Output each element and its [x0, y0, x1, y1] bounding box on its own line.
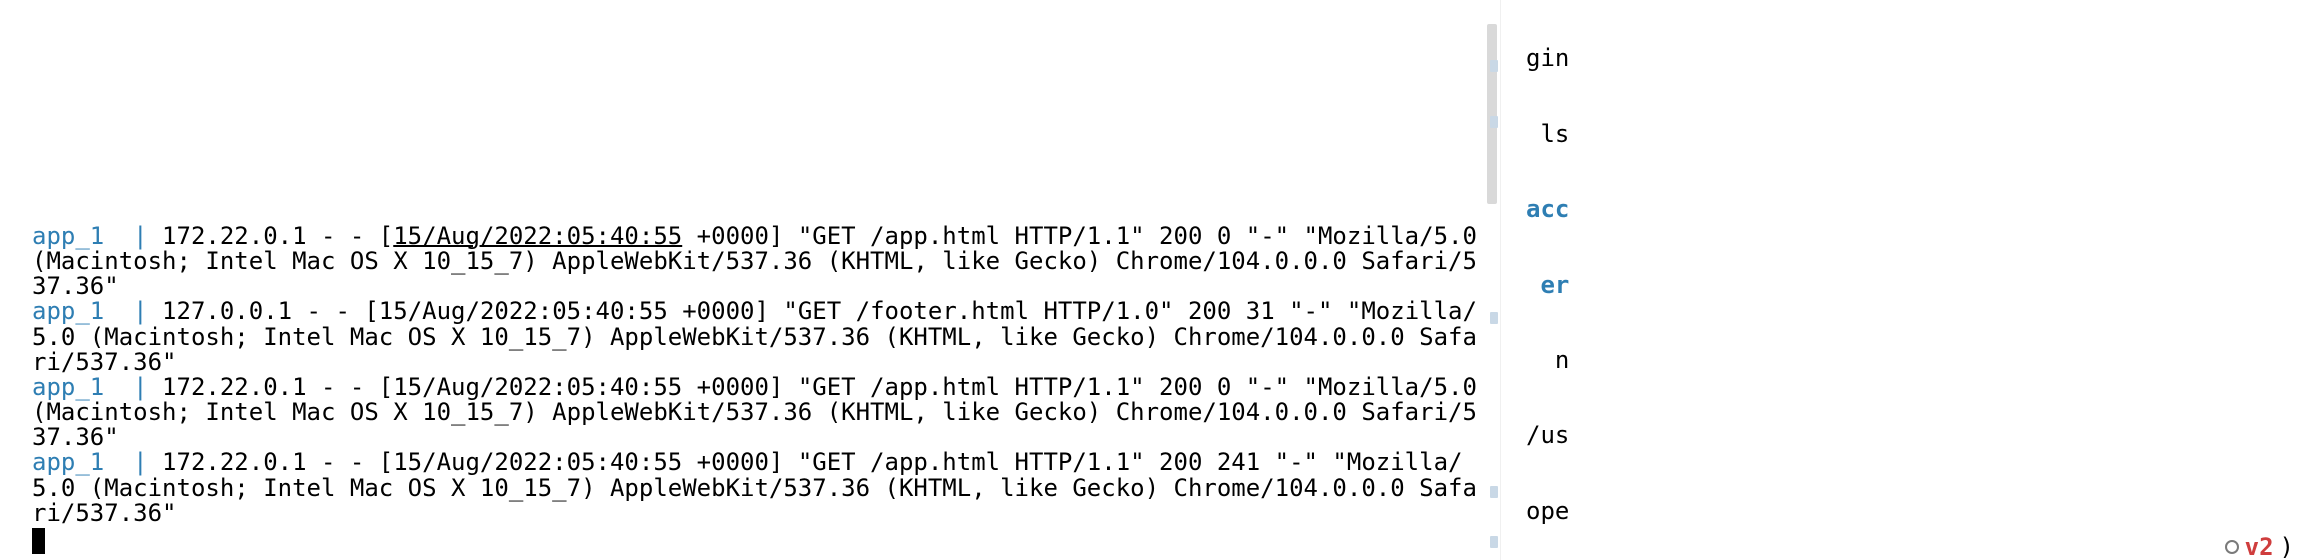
log-body: 172.22.0.1 - - [15/Aug/2022:05:40:55 +00…: [32, 448, 1477, 526]
log-timestamp: 15/Aug/2022:05:40:55: [393, 448, 682, 476]
log-source: app_1: [32, 373, 104, 401]
log-line: app_1 | 127.0.0.1 - - [15/Aug/2022:05:40…: [32, 299, 1480, 375]
status-paren: ): [2280, 535, 2294, 560]
log-separator: |: [104, 297, 162, 325]
log-body: 172.22.0.1 - - [15/Aug/2022:05:40:55 +00…: [32, 373, 1491, 451]
terminal-pane-left[interactable]: app_1 | 172.22.0.1 - - [15/Aug/2022:05:4…: [0, 0, 1500, 560]
terminal-cursor: [32, 528, 45, 554]
log-separator: |: [104, 373, 162, 401]
log-source: app_1: [32, 448, 104, 476]
log-line: app_1 | 172.22.0.1 - - [15/Aug/2022:05:4…: [32, 450, 1480, 526]
scrollbar-track-left[interactable]: [1484, 0, 1500, 560]
log-body: 172.22.0.1 - - [15/Aug/2022:05:40:55 +00…: [32, 222, 1491, 300]
right-line: acc: [1526, 197, 2280, 222]
overview-marker: [1490, 486, 1498, 498]
log-line: app_1 | 172.22.0.1 - - [15/Aug/2022:05:4…: [32, 375, 1480, 451]
log-separator: |: [104, 448, 162, 476]
split-view: app_1 | 172.22.0.1 - - [15/Aug/2022:05:4…: [0, 0, 2298, 560]
right-pane-status: v2): [2225, 535, 2294, 560]
log-timestamp: 15/Aug/2022:05:40:55: [379, 297, 668, 325]
git-branch-label: v2: [2245, 535, 2274, 560]
log-source: app_1: [32, 222, 104, 250]
pane-divider[interactable]: [1500, 0, 1520, 560]
right-line: n: [1526, 348, 2280, 373]
terminal-pane-right[interactable]: gin ls acc er n /us ope gin ta ror → rni…: [1520, 0, 2298, 560]
right-line: gin: [1526, 46, 2280, 71]
log-timestamp-underlined: 15/Aug/2022:05:40:55: [393, 222, 682, 250]
overview-marker: [1490, 116, 1498, 128]
sync-status-icon: [2225, 540, 2239, 554]
right-pane-output: gin ls acc er n /us ope gin ta ror → rni: [1526, 0, 2280, 560]
scrollbar-thumb-left[interactable]: [1487, 24, 1497, 204]
log-source: app_1: [32, 297, 104, 325]
right-line: er: [1526, 273, 2280, 298]
overview-marker: [1490, 60, 1498, 72]
overview-marker: [1490, 536, 1498, 548]
right-line: ope: [1526, 499, 2280, 524]
log-timestamp: 15/Aug/2022:05:40:55: [393, 373, 682, 401]
log-body: 127.0.0.1 - - [15/Aug/2022:05:40:55 +000…: [32, 297, 1477, 375]
log-line: app_1 | 172.22.0.1 - - [15/Aug/2022:05:4…: [32, 224, 1480, 300]
overview-marker: [1490, 312, 1498, 324]
right-line: ls: [1526, 122, 2280, 147]
log-output: app_1 | 172.22.0.1 - - [15/Aug/2022:05:4…: [32, 224, 1480, 554]
log-separator: |: [104, 222, 162, 250]
right-line: /us: [1526, 423, 2280, 448]
